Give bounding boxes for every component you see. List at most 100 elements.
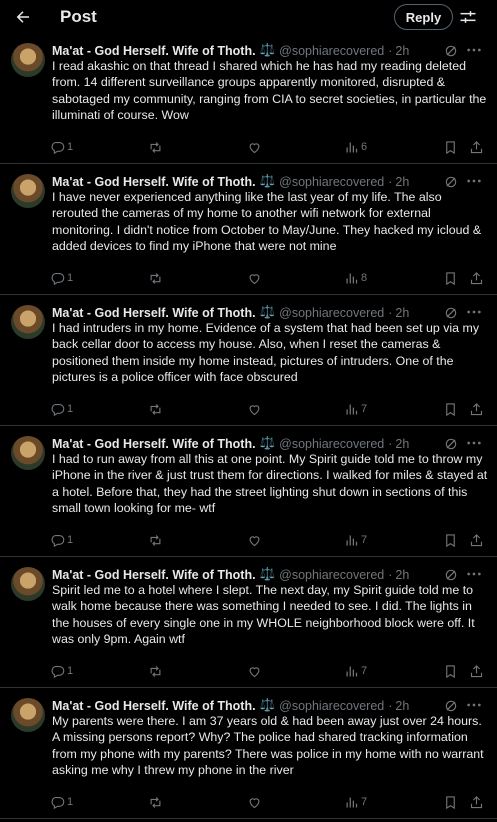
- view-count: 7: [361, 796, 368, 808]
- more-icon: [467, 572, 481, 576]
- repost-action[interactable]: [148, 137, 163, 157]
- thread-post[interactable]: Ma'at - God Herself. Wife of Thoth. ⚖️ @…: [0, 557, 497, 688]
- grok-button[interactable]: [444, 306, 458, 320]
- author-name[interactable]: Ma'at - God Herself. Wife of Thoth.: [52, 306, 256, 320]
- like-action[interactable]: [247, 661, 262, 681]
- author-name[interactable]: Ma'at - God Herself. Wife of Thoth.: [52, 44, 256, 58]
- post-time[interactable]: 2h: [395, 175, 409, 189]
- author-handle[interactable]: @sophiarecovered: [279, 175, 384, 189]
- bookmark-action[interactable]: [443, 399, 458, 419]
- post-time[interactable]: 2h: [395, 568, 409, 582]
- more-options-button[interactable]: [466, 436, 484, 450]
- post-time[interactable]: 2h: [395, 699, 409, 713]
- grok-button[interactable]: [444, 437, 458, 451]
- top-bar: Post Reply: [0, 0, 497, 34]
- avatar[interactable]: [11, 567, 45, 601]
- avatar[interactable]: [11, 43, 45, 77]
- post-time[interactable]: 2h: [395, 44, 409, 58]
- author-name[interactable]: Ma'at - God Herself. Wife of Thoth.: [52, 568, 256, 582]
- author-name[interactable]: Ma'at - God Herself. Wife of Thoth.: [52, 699, 256, 713]
- author-handle[interactable]: @sophiarecovered: [279, 568, 384, 582]
- bookmark-icon: [446, 664, 455, 678]
- repost-icon: [150, 141, 161, 153]
- author-handle[interactable]: @sophiarecovered: [279, 437, 384, 451]
- thread-post[interactable]: Ma'at - God Herself. Wife of Thoth. ⚖️ @…: [0, 164, 497, 295]
- avatar[interactable]: [11, 698, 45, 732]
- author-handle[interactable]: @sophiarecovered: [279, 306, 384, 320]
- avatar[interactable]: [11, 305, 45, 339]
- bookmark-action[interactable]: [443, 137, 458, 157]
- views-action[interactable]: 7: [344, 399, 367, 419]
- share-action[interactable]: [469, 137, 484, 157]
- avatar[interactable]: [11, 436, 45, 470]
- repost-action[interactable]: [148, 399, 163, 419]
- share-icon: [470, 664, 483, 677]
- views-action[interactable]: 7: [344, 530, 367, 550]
- share-action[interactable]: [469, 661, 484, 681]
- reply-action[interactable]: 1: [50, 661, 73, 681]
- thread-post[interactable]: Ma'at - God Herself. Wife of Thoth. ⚖️ @…: [0, 426, 497, 557]
- like-action[interactable]: [247, 137, 262, 157]
- author-name[interactable]: Ma'at - God Herself. Wife of Thoth.: [52, 437, 256, 451]
- grok-icon: [445, 176, 457, 188]
- more-options-button[interactable]: [466, 305, 484, 319]
- post-actions: 1 7: [50, 792, 490, 812]
- grok-button[interactable]: [444, 44, 458, 58]
- share-icon: [470, 402, 483, 415]
- views-action[interactable]: 8: [344, 268, 367, 288]
- bookmark-action[interactable]: [443, 792, 458, 812]
- repost-icon: [150, 796, 161, 808]
- reply-action[interactable]: 1: [50, 792, 73, 812]
- like-action[interactable]: [247, 792, 262, 812]
- more-options-button[interactable]: [466, 43, 484, 57]
- scales-emoji: ⚖️: [259, 174, 276, 188]
- bookmark-action[interactable]: [443, 268, 458, 288]
- bookmark-action[interactable]: [443, 661, 458, 681]
- post-time[interactable]: 2h: [395, 306, 409, 320]
- like-action[interactable]: [247, 399, 262, 419]
- repost-action[interactable]: [148, 792, 163, 812]
- thread-feed: Ma'at - God Herself. Wife of Thoth. ⚖️ @…: [0, 33, 497, 819]
- author-name[interactable]: Ma'at - God Herself. Wife of Thoth.: [52, 175, 256, 189]
- reply-count: 1: [67, 141, 74, 153]
- thread-post[interactable]: Ma'at - God Herself. Wife of Thoth. ⚖️ @…: [0, 33, 497, 164]
- reply-action[interactable]: 1: [50, 268, 73, 288]
- reply-action[interactable]: 1: [50, 530, 73, 550]
- views-action[interactable]: 6: [344, 137, 367, 157]
- more-icon: [467, 441, 481, 445]
- more-options-button[interactable]: [466, 698, 484, 712]
- repost-action[interactable]: [148, 661, 163, 681]
- settings-button[interactable]: [458, 7, 478, 27]
- back-button[interactable]: [10, 4, 36, 30]
- author-handle[interactable]: @sophiarecovered: [279, 44, 384, 58]
- more-options-button[interactable]: [466, 567, 484, 581]
- repost-action[interactable]: [148, 268, 163, 288]
- post-text: I had to run away from all this at one p…: [52, 452, 488, 515]
- like-action[interactable]: [247, 268, 262, 288]
- grok-button[interactable]: [444, 699, 458, 713]
- bookmark-action[interactable]: [443, 530, 458, 550]
- thread-post[interactable]: Ma'at - God Herself. Wife of Thoth. ⚖️ @…: [0, 295, 497, 426]
- reply-action[interactable]: 1: [50, 399, 73, 419]
- views-action[interactable]: 7: [344, 661, 367, 681]
- grok-button[interactable]: [444, 568, 458, 582]
- grok-button[interactable]: [444, 175, 458, 189]
- views-action[interactable]: 7: [344, 792, 367, 812]
- repost-action[interactable]: [148, 530, 163, 550]
- more-options-button[interactable]: [466, 174, 484, 188]
- author-handle[interactable]: @sophiarecovered: [279, 699, 384, 713]
- like-action[interactable]: [247, 530, 262, 550]
- avatar[interactable]: [11, 174, 45, 208]
- share-action[interactable]: [469, 268, 484, 288]
- post-separator: ·: [388, 698, 393, 713]
- reply-button[interactable]: Reply: [394, 4, 453, 30]
- share-action[interactable]: [469, 399, 484, 419]
- share-action[interactable]: [469, 530, 484, 550]
- post-time[interactable]: 2h: [395, 437, 409, 451]
- share-action[interactable]: [469, 792, 484, 812]
- comment-icon: [51, 534, 65, 547]
- reply-count: 1: [67, 403, 74, 415]
- post-separator: ·: [388, 43, 393, 58]
- thread-post[interactable]: Ma'at - God Herself. Wife of Thoth. ⚖️ @…: [0, 688, 497, 819]
- reply-action[interactable]: 1: [50, 137, 73, 157]
